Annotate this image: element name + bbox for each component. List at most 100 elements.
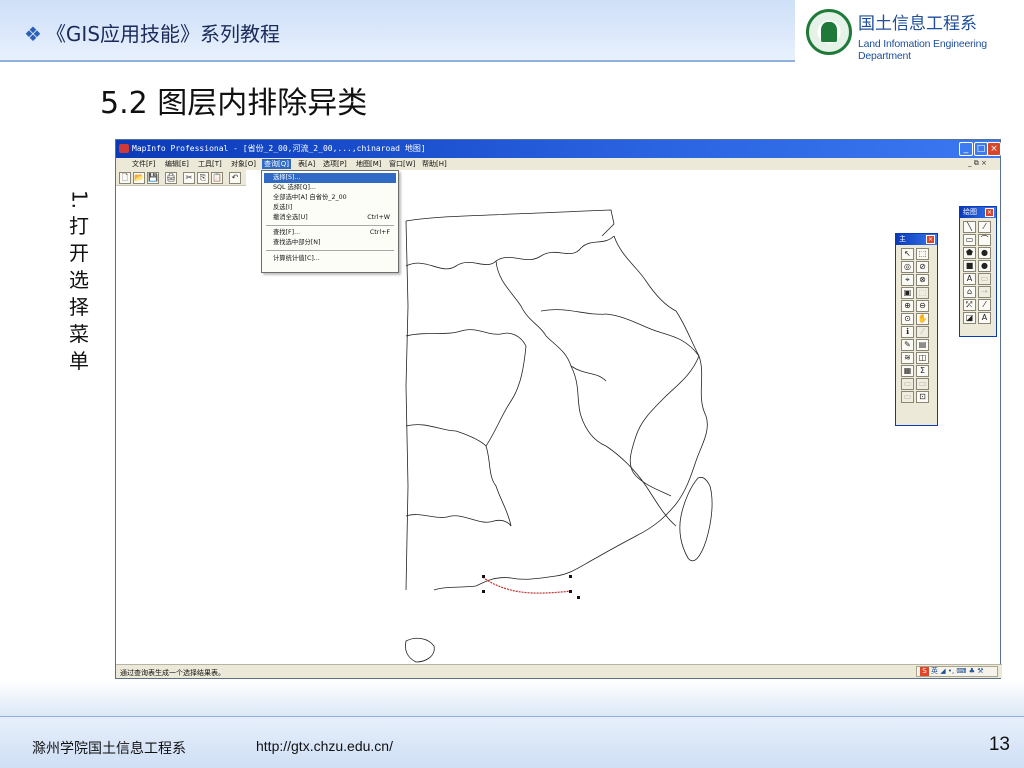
drawing-palette-tool-button[interactable]: ╲ [963, 221, 976, 233]
window-titlebar[interactable]: MapInfo Professional - [省份_2_00,河流_2_00,… [116, 140, 1001, 158]
map-canvas[interactable] [116, 186, 1002, 664]
drawing-palette-tool-button[interactable]: A [978, 312, 991, 324]
drawing-palette-tool-button[interactable]: ▭ [978, 273, 991, 285]
main-palette-tool-button[interactable]: ▤ [916, 339, 929, 351]
paste-icon[interactable]: 📋 [211, 172, 223, 184]
selection-handle[interactable] [577, 596, 580, 599]
drawing-palette-tool-button[interactable]: ⌂ [963, 286, 976, 298]
selection-handle[interactable] [569, 575, 572, 578]
menu-item-find-selection[interactable]: 查找选中部分[N] [264, 238, 396, 248]
main-palette-tool-button[interactable]: Σ [916, 365, 929, 377]
menu-edit[interactable]: 编辑[E] [163, 159, 191, 169]
drawing-palette-tool-button[interactable]: ● [978, 247, 991, 259]
main-palette-tool-button[interactable]: ✋ [916, 313, 929, 325]
main-palette-tool-button[interactable]: ▣ [901, 287, 914, 299]
drawing-palette-tool-button[interactable]: ◪ [963, 312, 976, 324]
minimize-button[interactable]: _ [959, 142, 973, 156]
menu-file[interactable]: 文件[F] [130, 159, 158, 169]
main-palette-tool-button[interactable]: ▭ [901, 391, 914, 403]
menu-item-label: 选择[S]... [273, 174, 301, 181]
selection-handle[interactable] [569, 590, 572, 593]
drawing-palette-close-icon[interactable]: × [985, 208, 994, 217]
drawing-palette-tool-button[interactable]: ▭ [963, 234, 976, 246]
drawing-palette-tool-button[interactable]: ⁄ [978, 221, 991, 233]
new-icon[interactable]: 🗋 [119, 172, 131, 184]
main-palette-tool-button[interactable]: ⊡ [916, 391, 929, 403]
main-palette-tool-button[interactable]: ▭ [901, 378, 914, 390]
main-palette-tool-button[interactable]: ✎ [901, 339, 914, 351]
menu-window[interactable]: 窗口[W] [387, 159, 417, 169]
drawing-palette-tool-button[interactable]: ⇢ [978, 286, 991, 298]
province-outline [405, 329, 527, 347]
menu-tools[interactable]: 工具[T] [196, 159, 224, 169]
main-palette-tool-button[interactable]: ▦ [901, 365, 914, 377]
main-palette-close-icon[interactable]: × [926, 235, 935, 244]
drawing-palette-tool-button[interactable]: ● [978, 260, 991, 272]
menu-item-select-all[interactable]: 全部选中[A] 自省份_2_00 [264, 193, 396, 203]
menu-item-select[interactable]: 选择[S]... [264, 173, 396, 183]
selection-handle[interactable] [482, 575, 485, 578]
open-icon[interactable]: 📂 [133, 172, 145, 184]
menu-item-invert-selection[interactable]: 反选[I] [264, 203, 396, 213]
step-char: 择 [69, 295, 89, 319]
main-palette-tool-button[interactable]: ℹ [901, 326, 914, 338]
main-palette-tool-button[interactable]: ⊕ [901, 300, 914, 312]
menu-item-sql-select[interactable]: SQL 选择[Q]... [264, 183, 396, 193]
menu-separator [266, 225, 394, 226]
west-boundary [405, 220, 409, 591]
menu-item-label: 全部选中[A] 自省份_2_00 [273, 194, 347, 201]
close-button[interactable]: × [987, 142, 1001, 156]
hainan-outline [405, 637, 435, 663]
footer-url-link[interactable]: http://gtx.chzu.edu.cn/ [256, 738, 393, 754]
drawing-palette-tool-button[interactable]: ■ [963, 260, 976, 272]
drawing-palette-tool-button[interactable]: ⤱ [963, 299, 976, 311]
main-palette-tool-button[interactable]: ◫ [916, 352, 929, 364]
selection-handle[interactable] [482, 590, 485, 593]
save-icon[interactable]: 💾 [147, 172, 159, 184]
drawing-palette-tool-button[interactable]: A [963, 273, 976, 285]
menu-item-unselect-all[interactable]: 撤消全选[U] Ctrl+W [264, 213, 396, 223]
drawing-palette-tool-button[interactable]: ⬟ [963, 247, 976, 259]
menu-item-label: SQL 选择[Q]... [273, 184, 316, 191]
main-palette-tool-button[interactable]: ▭ [916, 378, 929, 390]
menu-options[interactable]: 选项[P] [321, 159, 349, 169]
menu-item-label: 查找选中部分[N] [273, 239, 321, 246]
menu-objects[interactable]: 对象[O] [229, 159, 258, 169]
menu-query[interactable]: 查询[Q] [262, 159, 291, 169]
main-palette-tool-button[interactable]: ◎ [901, 261, 914, 273]
header-band: ❖ 《GIS应用技能》系列教程 [0, 0, 795, 62]
main-palette-tool-button[interactable]: ⌖ [901, 274, 914, 286]
main-palette-tool-button[interactable]: ⬚ [916, 287, 929, 299]
main-palette-tool-button[interactable]: ⬚ [916, 248, 929, 260]
coastline [595, 355, 708, 559]
status-bar: 通过查询表生成一个选择结果表。 S英 ◢ •, ⌨ ♣ ⚒ [116, 664, 1002, 678]
province-outline [405, 424, 512, 527]
cut-icon[interactable]: ✂ [183, 172, 195, 184]
menu-item-calculate-statistics[interactable]: 计算统计值[C]... [264, 254, 396, 264]
print-icon[interactable]: 🖨 [165, 172, 177, 184]
ime-toolbar[interactable]: S英 ◢ •, ⌨ ♣ ⚒ [916, 666, 998, 677]
main-palette-tool-button[interactable]: ⊗ [916, 274, 929, 286]
main-palette-tool-button[interactable]: ⊙ [901, 313, 914, 325]
menu-item-find[interactable]: 查找[F]... Ctrl+F [264, 228, 396, 238]
main-palette-tool-button[interactable]: ≋ [901, 352, 914, 364]
maximize-button[interactable]: □ [974, 142, 988, 156]
menu-table[interactable]: 表[A] [296, 159, 317, 169]
main-palette-tool-button[interactable]: ↖ [901, 248, 914, 260]
menu-help[interactable]: 帮助[H] [420, 159, 449, 169]
drawing-palette-tool-button[interactable]: ⌒ [978, 234, 991, 246]
main-palette-tool-button[interactable]: ⁄ [916, 326, 929, 338]
drawing-palette-tool-button[interactable]: ⁄ [978, 299, 991, 311]
copy-icon[interactable]: ⎘ [197, 172, 209, 184]
province-outline [495, 260, 607, 382]
mapinfo-window: MapInfo Professional - [省份_2_00,河流_2_00,… [115, 139, 1002, 679]
step-char: 选 [69, 268, 89, 292]
main-palette-tool-button[interactable]: ⊘ [916, 261, 929, 273]
province-outline [405, 235, 615, 270]
standard-toolbar: 🗋 📂 💾 🖨 ✂ ⎘ 📋 ↶ [116, 170, 246, 186]
menu-map[interactable]: 地图[M] [354, 159, 384, 169]
undo-icon[interactable]: ↶ [229, 172, 241, 184]
main-palette-tool-button[interactable]: ⊖ [916, 300, 929, 312]
university-seal-icon [806, 9, 852, 55]
mdi-window-controls[interactable]: _ ⧉ × [968, 159, 987, 168]
